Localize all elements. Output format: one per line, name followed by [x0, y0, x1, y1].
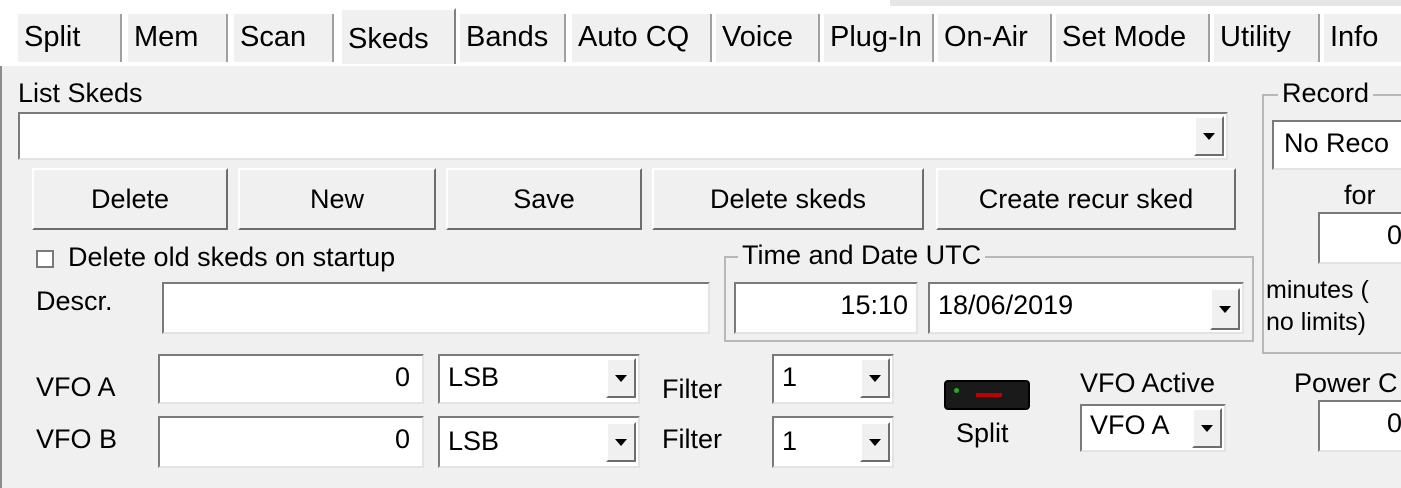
tab-skeds[interactable]: Skeds — [340, 8, 456, 64]
tab-on-air[interactable]: On-Air — [938, 14, 1052, 62]
descr-input[interactable] — [162, 282, 710, 334]
chevron-down-icon — [615, 439, 627, 446]
record-minutes-label: minutes ( — [1266, 276, 1369, 304]
tab-strip-top-edge — [890, 0, 1401, 6]
tab-plug-in[interactable]: Plug-In — [824, 14, 934, 62]
tab-bands[interactable]: Bands — [460, 14, 566, 62]
split-led-indicator[interactable] — [944, 380, 1030, 410]
vfo-a-label: VFO A — [36, 372, 116, 402]
tab-mem[interactable]: Mem — [128, 14, 228, 62]
tab-scan[interactable]: Scan — [234, 14, 334, 62]
vfo-b-label: VFO B — [36, 424, 118, 454]
vfo-a-filter-dropdown-button[interactable] — [860, 358, 890, 398]
tab-auto-cq[interactable]: Auto CQ — [572, 14, 712, 62]
chevron-down-icon — [1203, 133, 1215, 140]
descr-label: Descr. — [36, 286, 113, 316]
tab-set-mode[interactable]: Set Mode — [1056, 14, 1210, 62]
power-label: Power C — [1294, 368, 1398, 398]
vfo-a-mode-dropdown-button[interactable] — [606, 358, 636, 398]
split-label: Split — [956, 418, 1009, 448]
tab-info[interactable]: Info — [1324, 14, 1401, 62]
record-mode-select[interactable]: No Reco — [1272, 120, 1401, 170]
chevron-down-icon — [869, 375, 881, 382]
list-skeds-combo[interactable] — [18, 112, 1228, 160]
delete-button[interactable]: Delete — [32, 168, 228, 230]
chevron-down-icon — [1219, 306, 1231, 313]
vfo-b-mode-dropdown-button[interactable] — [606, 422, 636, 462]
vfo-active-label: VFO Active — [1080, 368, 1216, 398]
record-no-limits-label: no limits) — [1266, 308, 1367, 336]
tab-split[interactable]: Split — [18, 14, 122, 62]
vfo-a-filter-label: Filter — [662, 374, 722, 404]
record-group-title: Record — [1278, 78, 1374, 109]
delete-old-skeds-label: Delete old skeds on startup — [68, 242, 396, 272]
time-input[interactable]: 15:10 — [734, 282, 918, 334]
power-input[interactable]: 0 — [1318, 400, 1401, 452]
vfo-b-frequency-input[interactable]: 0 — [158, 416, 424, 468]
vfo-b-filter-label: Filter — [662, 424, 722, 454]
delete-old-skeds-checkbox[interactable] — [36, 250, 54, 268]
led-red-bar-icon — [976, 393, 1002, 397]
delete-skeds-button[interactable]: Delete skeds — [652, 168, 924, 230]
tab-utility[interactable]: Utility — [1214, 14, 1320, 62]
led-green-dot-icon — [954, 388, 959, 393]
new-button[interactable]: New — [238, 168, 436, 230]
record-for-label: for — [1344, 180, 1376, 210]
list-skeds-dropdown-button[interactable] — [1194, 116, 1224, 156]
record-minutes-input[interactable]: 0 — [1318, 212, 1401, 264]
vfo-a-frequency-input[interactable]: 0 — [158, 354, 424, 404]
vfo-b-filter-dropdown-button[interactable] — [860, 422, 890, 462]
chevron-down-icon — [1201, 425, 1213, 432]
create-recur-sked-button[interactable]: Create recur sked — [936, 168, 1236, 230]
date-dropdown-button[interactable] — [1210, 288, 1240, 330]
date-picker[interactable]: 18/06/2019 — [928, 282, 1244, 334]
chevron-down-icon — [869, 439, 881, 446]
list-skeds-label: List Skeds — [18, 78, 143, 108]
time-date-group-title: Time and Date UTC — [738, 240, 986, 271]
vfo-active-dropdown-button[interactable] — [1192, 408, 1222, 448]
save-button[interactable]: Save — [446, 168, 642, 230]
chevron-down-icon — [615, 375, 627, 382]
tab-voice[interactable]: Voice — [716, 14, 820, 62]
